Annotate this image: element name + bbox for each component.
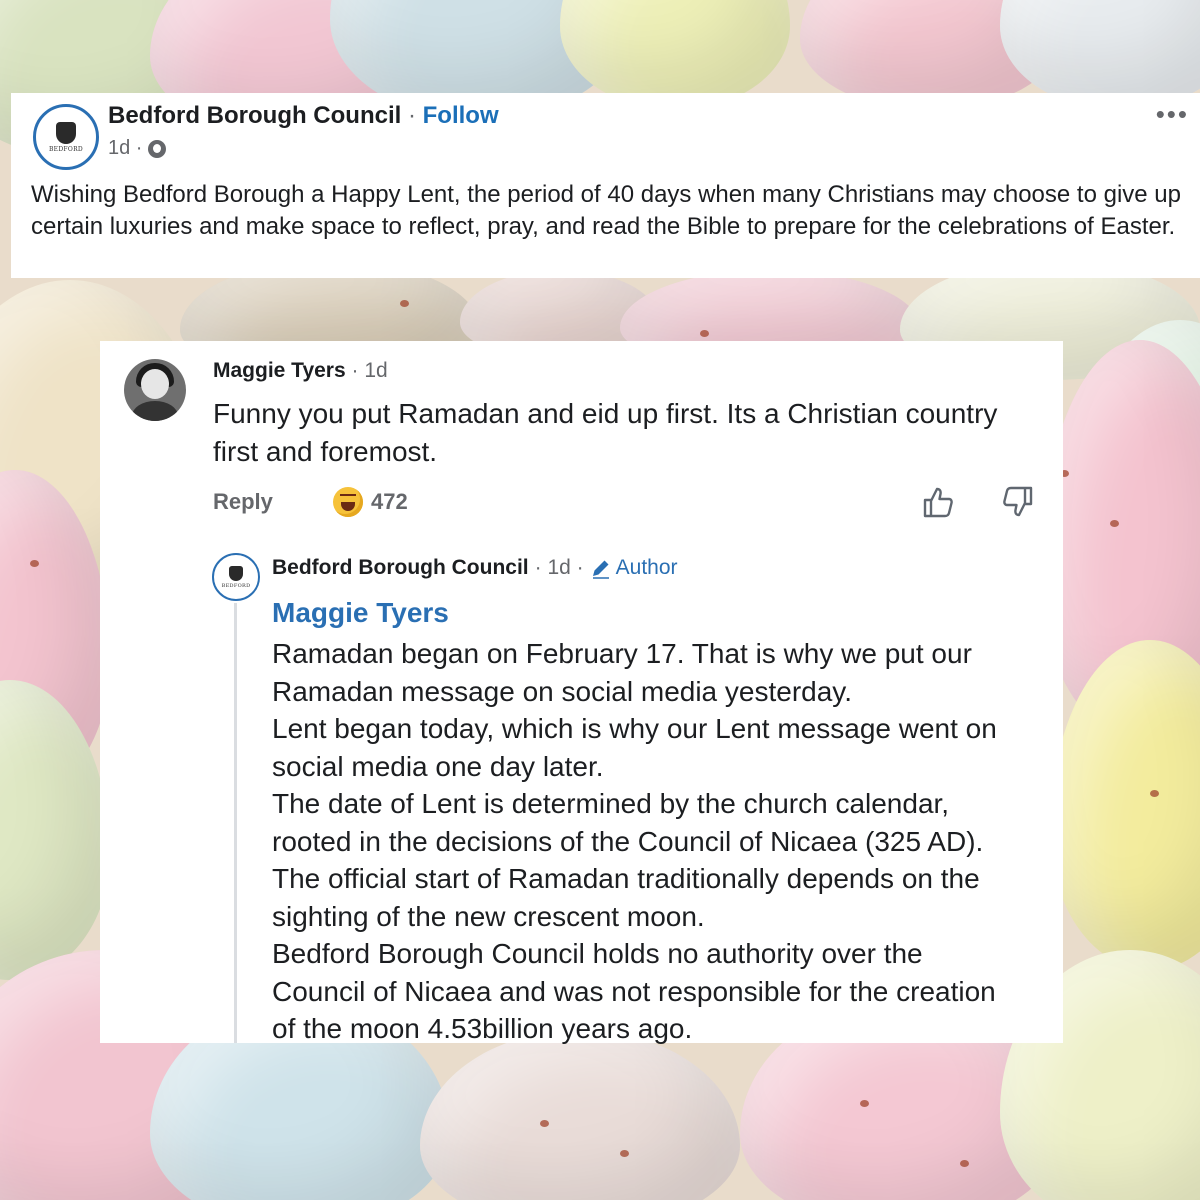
reply-mention[interactable]: Maggie Tyers [272, 597, 449, 629]
comment-header: Maggie Tyers · 1d [213, 359, 388, 383]
post-author-name[interactable]: Bedford Borough Council [108, 102, 401, 129]
avatar-label: BEDFORD [221, 582, 251, 589]
author-badge-label: Author [615, 556, 678, 579]
author-badge: Author [590, 556, 678, 580]
comments-card: Maggie Tyers · 1d Funny you put Ramadan … [100, 341, 1063, 1044]
comment-actions: Reply 472 [213, 485, 1035, 523]
more-options-icon[interactable]: ••• [1156, 99, 1189, 130]
reply-line: social media one day later. [272, 750, 604, 782]
council-post-card: BEDFORD Bedford Borough Council · Follow… [11, 93, 1200, 278]
reply-header: Bedford Borough Council · 1d · Author [272, 556, 678, 580]
crest-icon [56, 121, 76, 144]
post-body: Wishing Bedford Borough a Happy Lent, th… [31, 181, 1181, 240]
avatar-label: BEDFORD [48, 145, 84, 153]
comment-author-name[interactable]: Maggie Tyers [213, 359, 346, 382]
reply-line: of the moon 4.53billion years ago. [272, 1013, 693, 1044]
pencil-icon [592, 560, 609, 579]
reply-line: rooted in the decisions of the Council o… [272, 825, 984, 857]
globe-icon [148, 139, 167, 158]
reply-line: sighting of the new crescent moon. [272, 900, 705, 932]
comment-text: Funny you put Ramadan and eid up first. … [213, 398, 998, 467]
comment-time[interactable]: · 1d [352, 359, 388, 382]
header-separator: · [407, 102, 416, 129]
reaction-summary[interactable]: 472 [333, 487, 408, 517]
council-avatar[interactable]: BEDFORD [33, 104, 99, 170]
reply-line: Bedford Borough Council holds no authori… [272, 938, 923, 969]
follow-button[interactable]: Follow [423, 102, 499, 129]
reply-line: The date of Lent is determined by the ch… [272, 788, 950, 819]
haha-emoji-icon [333, 487, 363, 517]
post-time[interactable]: 1d · [108, 137, 142, 160]
reply-line: The official start of Ramadan traditiona… [272, 863, 980, 894]
commenter-avatar[interactable] [124, 359, 186, 421]
crest-icon [229, 565, 243, 581]
reaction-count: 472 [371, 489, 408, 514]
reply-line: Ramadan began on February 17. That is wh… [272, 638, 972, 669]
thumbs-down-icon[interactable] [1001, 485, 1035, 519]
council-reply-avatar[interactable]: BEDFORD [212, 553, 260, 601]
reply-line: Council of Nicaea and was not responsibl… [272, 975, 996, 1007]
reply-text: Ramadan began on February 17. That is wh… [272, 635, 1062, 1048]
reply-author-name[interactable]: Bedford Borough Council [272, 556, 529, 580]
reply-thread-line [234, 603, 237, 1043]
reply-time[interactable]: · 1d · [535, 556, 584, 580]
post-header: Bedford Borough Council · Follow [108, 102, 499, 130]
reply-line: Ramadan message on social media yesterda… [272, 675, 853, 707]
post-meta: 1d · [108, 137, 167, 160]
thumbs-up-icon[interactable] [921, 485, 955, 519]
reply-line: Lent began today, which is why our Lent … [272, 713, 997, 744]
reply-button[interactable]: Reply [213, 489, 273, 515]
